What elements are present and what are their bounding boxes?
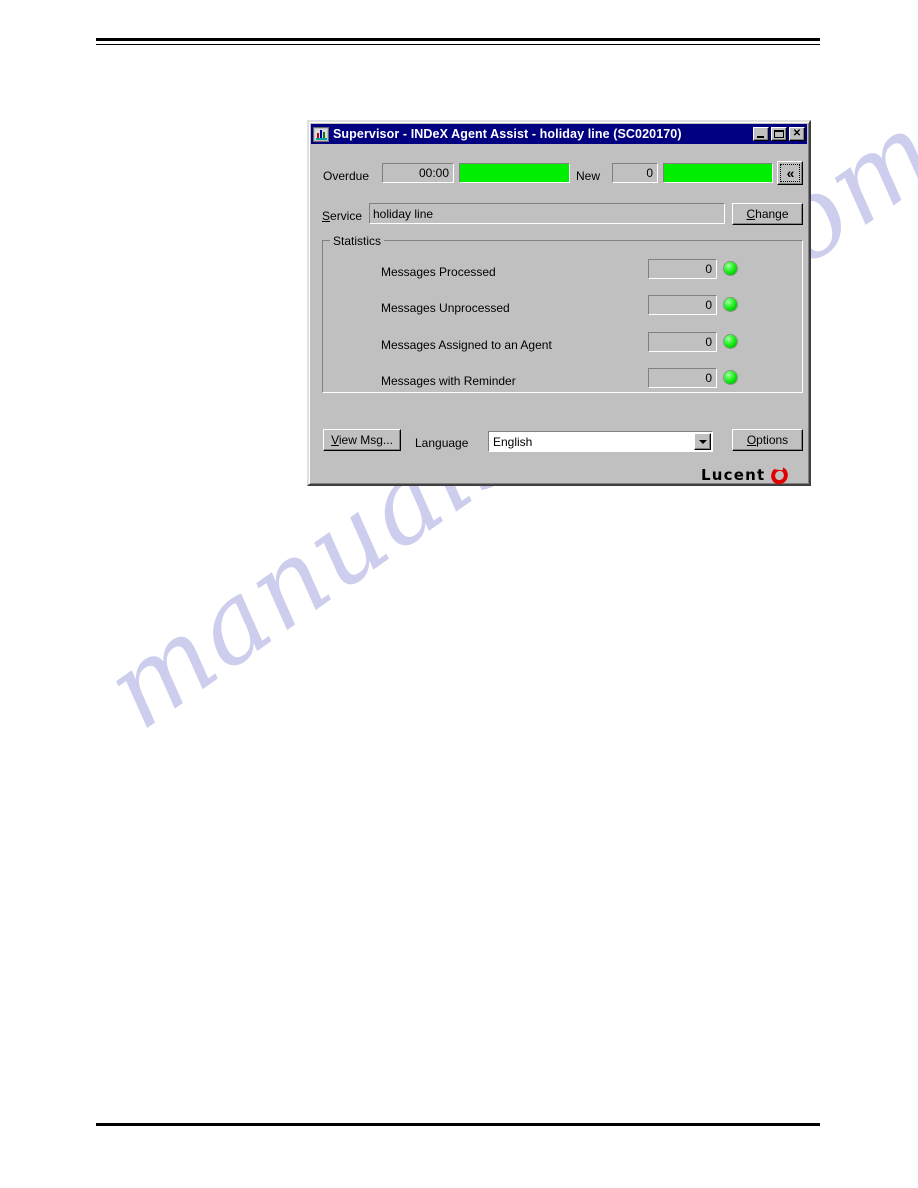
view-msg-button-label: View Msg...	[331, 433, 393, 447]
language-selected-value: English	[493, 434, 533, 449]
maximize-button[interactable]	[771, 127, 787, 141]
overdue-label: Overdue	[323, 169, 370, 183]
stat-row-value-field: 0	[648, 332, 717, 352]
stat-row-value: 0	[705, 298, 712, 312]
close-button[interactable]: ✕	[789, 127, 805, 141]
app-window-icon[interactable]	[313, 126, 329, 142]
stat-row-value: 0	[705, 371, 712, 385]
options-button[interactable]: Options	[732, 429, 803, 451]
double-chevron-left-icon: «	[786, 165, 795, 181]
view-msg-button[interactable]: View Msg...	[323, 429, 401, 451]
overdue-status-bar	[459, 163, 570, 183]
change-button[interactable]: Change	[732, 203, 803, 225]
service-label-rest: ervice	[330, 209, 363, 223]
stat-row-label: Messages with Reminder	[381, 374, 516, 388]
service-value: holiday line	[373, 206, 434, 221]
language-label: Language	[415, 436, 469, 450]
stat-row-label: Messages Processed	[381, 265, 496, 279]
new-label: New	[576, 169, 601, 183]
lucent-logo: Lucent	[701, 464, 791, 486]
stat-row-value-field: 0	[648, 368, 717, 388]
stat-row-value: 0	[705, 262, 712, 276]
service-input[interactable]: holiday line	[369, 203, 725, 224]
green-led-icon	[724, 335, 737, 348]
lucent-ring-icon	[769, 464, 791, 486]
dialog-client-area: Overdue 00:00 New 0 « Service holiday li…	[311, 146, 807, 486]
language-select[interactable]: English	[488, 431, 713, 452]
stat-row-label: Messages Unprocessed	[381, 301, 510, 315]
new-value: 0	[646, 166, 653, 180]
titlebar-buttons: ✕	[753, 127, 805, 141]
supervisor-dialog: Supervisor - INDeX Agent Assist - holida…	[307, 120, 811, 486]
dialog-title: Supervisor - INDeX Agent Assist - holida…	[333, 127, 682, 141]
new-value-field: 0	[612, 163, 658, 183]
new-status-bar	[663, 163, 773, 183]
minimize-button[interactable]	[753, 127, 769, 141]
overdue-value: 00:00	[418, 166, 449, 180]
stat-row-label: Messages Assigned to an Agent	[381, 338, 552, 352]
stat-row-value: 0	[705, 335, 712, 349]
overdue-value-field: 00:00	[382, 163, 454, 183]
statistics-group-title: Statistics	[330, 234, 385, 248]
minimize-icon	[757, 136, 764, 138]
options-button-label: Options	[746, 433, 789, 447]
change-button-label: Change	[746, 207, 789, 221]
chevron-down-icon[interactable]	[694, 433, 711, 450]
stat-row-value-field: 0	[648, 259, 717, 279]
service-label: Service	[322, 209, 362, 223]
collapse-button[interactable]: «	[777, 161, 803, 185]
green-led-icon	[724, 371, 737, 384]
green-led-icon	[724, 262, 737, 275]
dialog-titlebar[interactable]: Supervisor - INDeX Agent Assist - holida…	[311, 124, 807, 144]
green-led-icon	[724, 298, 737, 311]
page-header-rule	[96, 38, 820, 45]
maximize-icon	[774, 130, 784, 138]
service-label-accel: S	[322, 209, 331, 223]
page-footer-rule	[96, 1123, 820, 1126]
lucent-wordmark: Lucent	[701, 466, 766, 484]
stat-row-value-field: 0	[648, 295, 717, 315]
statistics-groupbox: Statistics Messages Processed 0 Messages…	[322, 234, 803, 393]
close-icon: ✕	[792, 128, 802, 139]
